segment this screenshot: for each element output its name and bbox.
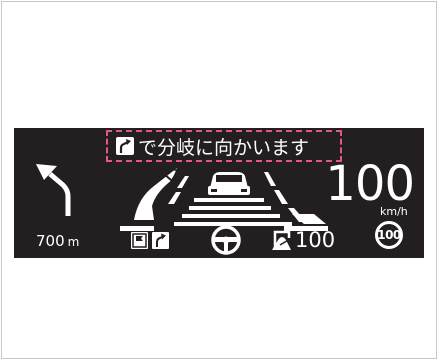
branch-right-icon [152,232,169,249]
distance-unit: m [67,235,80,249]
speed-limit-value: 100 [377,228,401,242]
turn-left-arrow-icon [36,164,71,216]
distance-value: 700 [36,232,65,250]
guidance-message-highlight: で分岐に向かいます [106,130,342,162]
speed-unit: km/h [380,205,408,218]
cruise-control-icon [272,230,291,250]
branch-right-icon [116,137,134,155]
head-up-display: で分岐に向かいます 100 km/h 100 700 m 100 [14,128,424,258]
lead-car-icon [208,172,250,195]
distance-to-turn: 700 m [36,232,79,250]
destination-flag-icon [131,232,148,249]
current-speed: 100 [325,156,415,212]
cruise-set-speed: 100 [295,228,336,252]
steering-wheel-icon [211,225,241,255]
guidance-message: で分岐に向かいます [138,136,310,159]
speed-limit-sign: 100 [375,221,403,249]
